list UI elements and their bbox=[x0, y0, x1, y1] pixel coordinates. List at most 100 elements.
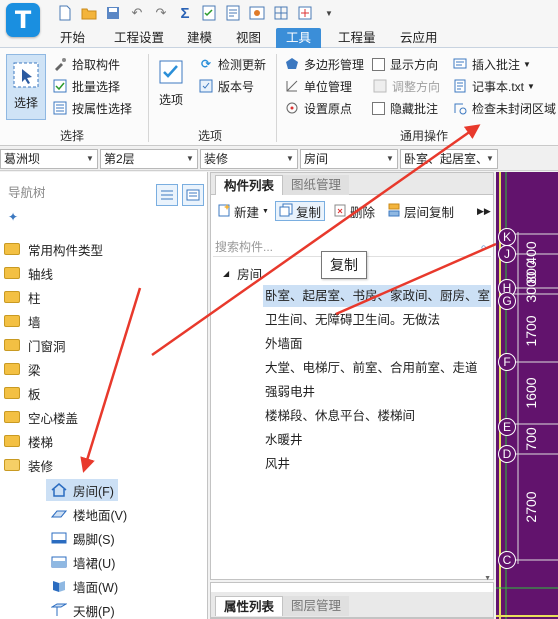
tab-layer-manage[interactable]: 图层管理 bbox=[283, 596, 350, 616]
list-item[interactable]: 外墙面 bbox=[263, 333, 303, 355]
tree-item-room[interactable]: 房间(F) bbox=[46, 479, 118, 501]
tree-item-ceiling[interactable]: 天棚(P) bbox=[46, 599, 119, 619]
tab-tools[interactable]: 工具 bbox=[276, 28, 322, 48]
list-item[interactable]: 水暖井 bbox=[263, 429, 303, 451]
tab-drawing-manage[interactable]: 图纸管理 bbox=[283, 175, 350, 195]
report-icon[interactable] bbox=[224, 4, 242, 22]
check-update-button[interactable]: ⟳ 检测更新 bbox=[198, 54, 266, 74]
grid-bubble-d: D bbox=[498, 445, 516, 463]
grid-icon[interactable] bbox=[272, 4, 290, 22]
collapse-triangle-icon[interactable]: ◢ bbox=[223, 269, 229, 278]
hide-annotation-checkbox[interactable]: 隐藏批注 bbox=[372, 98, 438, 118]
floor-select[interactable]: 第2层 ▼ bbox=[100, 149, 198, 169]
tree-folder-beam[interactable]: 梁 bbox=[4, 358, 41, 380]
unit-manage-button[interactable]: 单位管理 bbox=[284, 76, 352, 96]
grid-bubble-j: J bbox=[498, 245, 516, 263]
new-file-icon[interactable] bbox=[56, 4, 74, 22]
tab-home[interactable]: 开始 bbox=[50, 28, 95, 48]
tree-folder-slab[interactable]: 板 bbox=[4, 382, 41, 404]
tree-item-wall-surface[interactable]: 墙面(W) bbox=[46, 575, 122, 597]
app-logo[interactable]: T bbox=[6, 3, 40, 37]
folder-icon bbox=[4, 387, 20, 399]
polygon-manage-button[interactable]: 多边形管理 bbox=[284, 54, 364, 74]
options-button[interactable]: 选项 bbox=[154, 56, 188, 120]
list-item[interactable]: 风井 bbox=[263, 453, 290, 475]
grid-bubble-e: E bbox=[498, 418, 516, 436]
undo-icon[interactable]: ↶ bbox=[128, 4, 146, 22]
general-group-label: 通用操作 bbox=[399, 129, 448, 143]
tab-property-list[interactable]: 属性列表 bbox=[215, 596, 284, 616]
check-unclosed-area-button[interactable]: 检查未封闭区域 bbox=[452, 98, 556, 118]
floor-copy-button[interactable]: 层间复制 bbox=[387, 201, 454, 221]
tree-item-floor-surface[interactable]: 楼地面(V) bbox=[46, 503, 131, 525]
notepad-button[interactable]: 记事本.txt ▼ bbox=[452, 76, 535, 96]
house-icon bbox=[50, 482, 68, 498]
tree-folder-decoration[interactable]: 装修 bbox=[4, 454, 53, 476]
open-folder-icon[interactable] bbox=[80, 4, 98, 22]
tab-quantity[interactable]: 工程量 bbox=[328, 28, 386, 48]
copy-button[interactable]: 复制 bbox=[275, 201, 326, 221]
list-item[interactable]: 卧室、起居室、书房、家政间、厨房、室内 bbox=[263, 285, 491, 307]
type-select[interactable]: 房间 ▼ bbox=[300, 149, 398, 169]
category-select[interactable]: 装修 ▼ bbox=[200, 149, 298, 169]
chevron-down-icon: ▼ bbox=[383, 150, 397, 168]
list-item[interactable]: 卫生间、无障碍卫生间。无做法 bbox=[263, 309, 440, 331]
customize-dropdown-icon[interactable]: ▼ bbox=[320, 4, 338, 22]
view-icon[interactable] bbox=[248, 4, 266, 22]
add-icon[interactable] bbox=[296, 4, 314, 22]
list-item[interactable]: 大堂、电梯厅、前室、合用前室、走道 bbox=[263, 357, 478, 379]
component-select[interactable]: 卧室、起居室、 ▼ bbox=[400, 149, 498, 169]
folder-icon bbox=[4, 243, 20, 255]
project-select[interactable]: 葛洲坝 ▼ bbox=[0, 149, 98, 169]
version-button[interactable]: 版本号 bbox=[198, 76, 254, 96]
tree-folder-common[interactable]: 常用构件类型 bbox=[4, 238, 103, 260]
list-item[interactable]: 楼梯段、休息平台、楼梯间 bbox=[263, 405, 415, 427]
open-folder-icon bbox=[4, 459, 20, 471]
tree-item-dado[interactable]: 墙裙(U) bbox=[46, 551, 119, 573]
check-list-icon[interactable] bbox=[200, 4, 218, 22]
property-tabs: 属性列表 图层管理 bbox=[211, 592, 493, 618]
tab-modeling[interactable]: 建模 bbox=[177, 28, 222, 48]
checkbox[interactable] bbox=[372, 57, 385, 71]
tree-folder-wall[interactable]: 墙 bbox=[4, 310, 41, 332]
delete-icon bbox=[333, 203, 347, 220]
set-origin-button[interactable]: 设置原点 bbox=[284, 98, 352, 118]
adjust-direction-button[interactable]: 调整方向 bbox=[372, 76, 440, 96]
tree-folder-column[interactable]: 柱 bbox=[4, 286, 41, 308]
batch-select-button[interactable]: 批量选择 bbox=[52, 76, 120, 96]
insert-annotation-button[interactable]: 插入批注 ▼ bbox=[452, 54, 531, 74]
select-by-property-button[interactable]: 按属性选择 bbox=[52, 98, 132, 118]
ceiling-icon bbox=[50, 602, 68, 618]
select-button[interactable]: 选择 bbox=[6, 54, 46, 120]
tab-cloud[interactable]: 云应用 bbox=[390, 28, 448, 48]
checkbox[interactable] bbox=[372, 101, 385, 115]
pick-component-button[interactable]: 拾取构件 bbox=[52, 54, 120, 74]
notepad-icon bbox=[452, 78, 468, 94]
search-icon[interactable]: ⌕ bbox=[480, 237, 487, 257]
tree-folder-door-window[interactable]: 门窗洞 bbox=[4, 334, 66, 356]
pentagon-icon bbox=[284, 56, 300, 72]
tree-folder-stairs[interactable]: 楼梯 bbox=[4, 430, 53, 452]
tab-project-settings[interactable]: 工程设置 bbox=[104, 28, 174, 48]
more-tools-icon[interactable]: ▶▶ bbox=[477, 201, 491, 221]
tree-folder-hollow-floor[interactable]: 空心楼盖 bbox=[4, 406, 78, 428]
annotation-icon bbox=[452, 56, 468, 72]
detail-view-icon[interactable] bbox=[182, 184, 204, 206]
dimension-2700: 2700 bbox=[523, 491, 539, 523]
list-view-icon[interactable] bbox=[156, 184, 178, 206]
list-item[interactable]: 强弱电井 bbox=[263, 381, 315, 403]
tree-folder-axis[interactable]: 轴线 bbox=[4, 262, 53, 284]
new-button[interactable]: 新建 ▼ bbox=[217, 201, 269, 221]
drawing-canvas[interactable]: K J H G F E D C 400 800 3000 1700 1600 7… bbox=[496, 172, 558, 619]
delete-button[interactable]: 删除 bbox=[333, 201, 375, 221]
sum-icon[interactable]: Σ bbox=[176, 4, 194, 22]
redo-icon[interactable]: ↷ bbox=[152, 4, 170, 22]
room-group[interactable]: ◢ 房间 bbox=[223, 263, 262, 283]
add-sparkle-icon[interactable]: ✦ bbox=[8, 210, 18, 224]
tab-view[interactable]: 视图 bbox=[226, 28, 271, 48]
save-icon[interactable] bbox=[104, 4, 122, 22]
tree-item-skirting[interactable]: 踢脚(S) bbox=[46, 527, 119, 549]
show-direction-checkbox[interactable]: 显示方向 bbox=[372, 54, 438, 74]
tab-component-list[interactable]: 构件列表 bbox=[215, 175, 284, 195]
scroll-down-icon[interactable]: ▼ bbox=[484, 575, 491, 582]
